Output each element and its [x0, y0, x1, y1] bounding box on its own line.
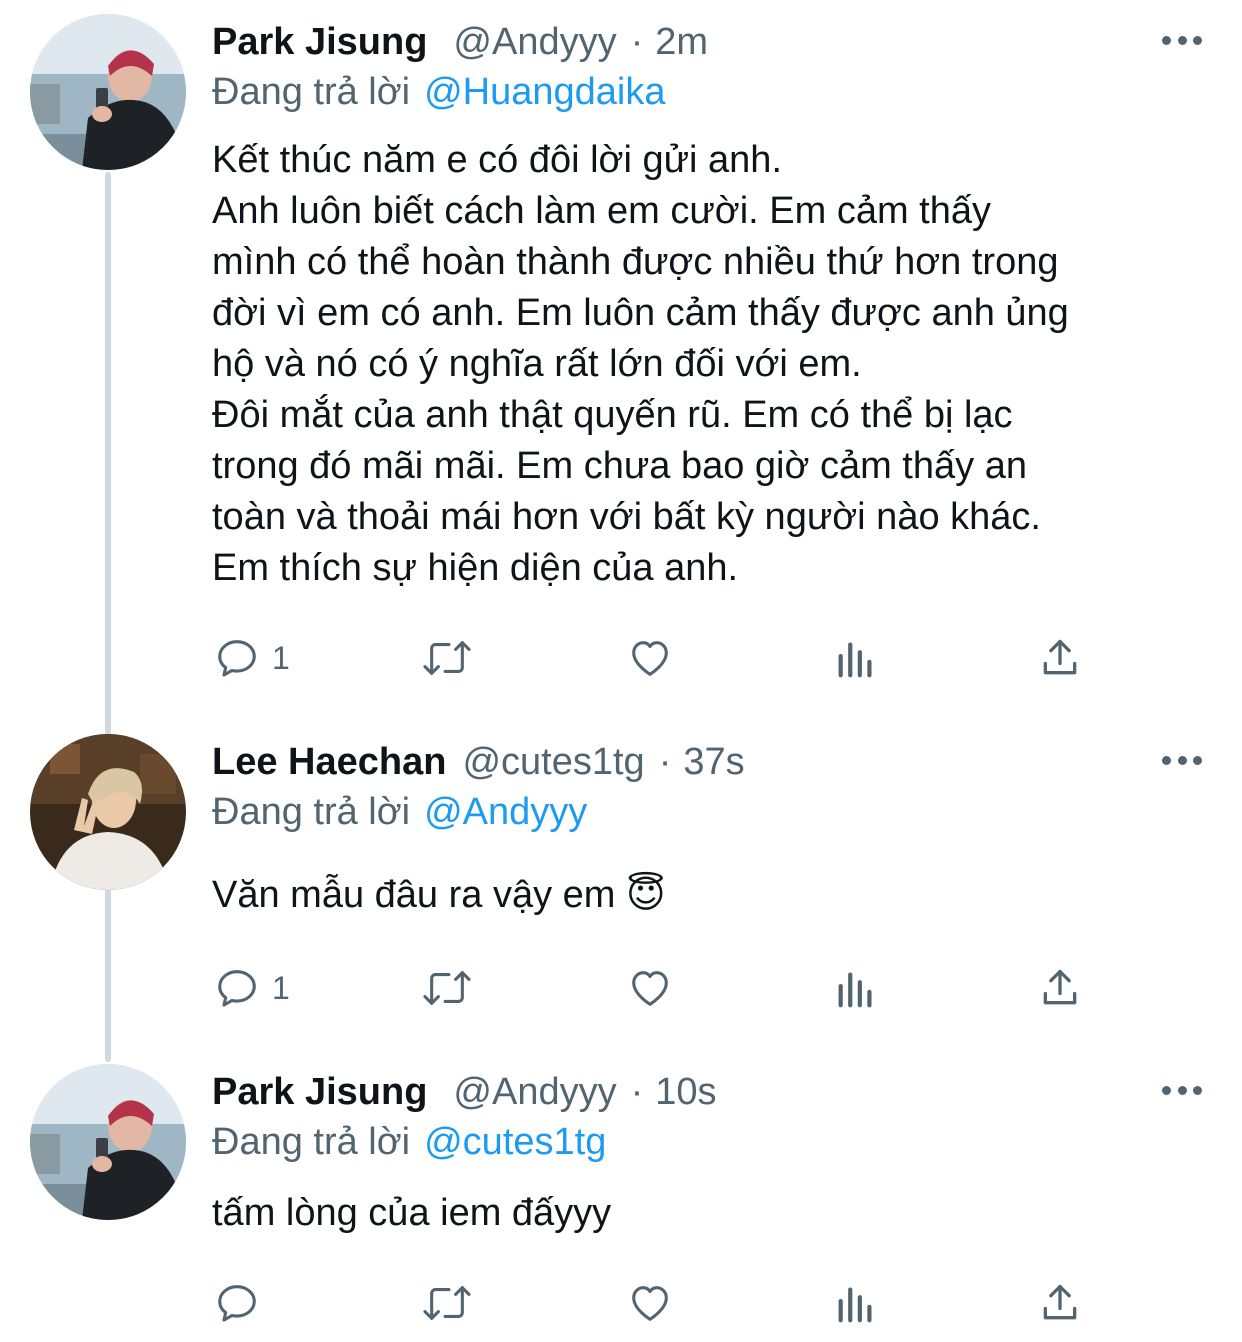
replying-to-label: Đang trả lời — [212, 71, 411, 113]
share-icon — [1043, 969, 1077, 1005]
author-name[interactable]: Park Jisung — [212, 1071, 427, 1113]
tweet-text-line: Đôi mắt của anh thật quyến rũ. Em có thể… — [212, 394, 1013, 436]
share-button[interactable] — [1038, 965, 1082, 1011]
avatar[interactable] — [30, 14, 186, 170]
tweet-text: tấm lòng của iem đấyyy — [212, 1188, 1202, 1239]
reply-icon — [218, 640, 256, 677]
tweet-header: Park Jisung @Andyyy · 10s — [212, 1070, 1202, 1114]
replying-to: Đang trả lời @cutes1tg — [212, 1120, 606, 1164]
replying-to-mention[interactable]: @Huangdaika — [424, 71, 665, 113]
tweet-text-line: toàn và thoải mái hơn với bất kỳ người n… — [212, 496, 1041, 538]
share-icon — [1043, 1284, 1077, 1320]
author-handle[interactable]: @cutes1tg — [462, 741, 644, 783]
tweet-text-line: tấm lòng của iem đấyyy — [212, 1192, 612, 1234]
analytics-icon — [838, 642, 872, 678]
tweet-text-line: mình có thể hoàn thành được nhiều thứ hơ… — [212, 241, 1059, 283]
share-button[interactable] — [1038, 1280, 1082, 1326]
reply-count: 1 — [272, 969, 290, 1006]
timestamp[interactable]: 2m — [655, 21, 708, 63]
like-icon — [632, 971, 668, 1006]
replying-to: Đang trả lời @Huangdaika — [212, 70, 666, 114]
reply-icon — [218, 970, 256, 1007]
thread-connector-line — [105, 172, 111, 1062]
reply-button[interactable]: 1 — [214, 965, 290, 1011]
tweet-actions: 1 — [212, 635, 1092, 681]
share-button[interactable] — [1038, 635, 1082, 681]
retweet-icon — [423, 641, 471, 675]
share-icon — [1043, 639, 1077, 675]
author-handle[interactable]: @Andyyy — [453, 1071, 616, 1113]
analytics-button[interactable] — [834, 635, 878, 681]
tweet-text-line: Anh luôn biết cách làm em cười. Em cảm t… — [212, 190, 991, 232]
more-options-icon[interactable] — [1162, 1078, 1202, 1102]
tweet-actions: 1 — [212, 965, 1092, 1011]
more-options-icon[interactable] — [1162, 28, 1202, 52]
tweet-text-line: trong đó mãi mãi. Em chưa bao giờ cảm th… — [212, 445, 1027, 487]
tweet-actions — [212, 1280, 1092, 1326]
like-icon — [632, 641, 668, 676]
tweet-text-line: Em thích sự hiện diện của anh. — [212, 547, 739, 589]
author-handle[interactable]: @Andyyy — [453, 21, 616, 63]
analytics-icon — [838, 972, 872, 1008]
retweet-button[interactable] — [420, 635, 474, 681]
separator-dot: · — [630, 21, 644, 63]
like-button[interactable] — [626, 965, 674, 1011]
tweet-header: Park Jisung @Andyyy · 2m — [212, 20, 1202, 64]
separator-dot: · — [630, 1071, 644, 1113]
reply-button[interactable] — [214, 1280, 272, 1326]
reply-button[interactable]: 1 — [214, 635, 290, 681]
reply-icon — [218, 1285, 256, 1322]
tweet-text-line: đời vì em có anh. Em luôn cảm thấy được … — [212, 292, 1069, 334]
replying-to-mention[interactable]: @cutes1tg — [424, 1121, 606, 1163]
retweet-button[interactable] — [420, 965, 474, 1011]
like-icon — [632, 1286, 668, 1321]
tweet-text-line: Kết thúc năm e có đôi lời gửi anh. — [212, 139, 782, 181]
retweet-icon — [423, 1286, 471, 1320]
tweet-text-line: Văn mẫu đâu ra vậy em 😇 — [212, 874, 666, 916]
separator-dot: · — [658, 741, 672, 783]
replying-to-label: Đang trả lời — [212, 1121, 411, 1163]
like-button[interactable] — [626, 1280, 674, 1326]
avatar[interactable] — [30, 1064, 186, 1220]
replying-to-mention[interactable]: @Andyyy — [424, 791, 587, 833]
analytics-button[interactable] — [834, 965, 878, 1011]
timestamp[interactable]: 37s — [683, 741, 744, 783]
author-name[interactable]: Park Jisung — [212, 21, 427, 63]
like-button[interactable] — [626, 635, 674, 681]
tweet-text-line: hộ và nó có ý nghĩa rất lớn đối với em. — [212, 343, 862, 385]
retweet-icon — [423, 971, 471, 1005]
analytics-icon — [838, 1287, 872, 1323]
replying-to: Đang trả lời @Andyyy — [212, 790, 587, 834]
reply-count: 1 — [272, 639, 290, 676]
replying-to-label: Đang trả lời — [212, 791, 411, 833]
more-options-icon[interactable] — [1162, 748, 1202, 772]
analytics-button[interactable] — [834, 1280, 878, 1326]
tweet-header: Lee Haechan @cutes1tg · 37s — [212, 740, 1202, 784]
timestamp[interactable]: 10s — [655, 1071, 716, 1113]
author-name[interactable]: Lee Haechan — [212, 741, 446, 783]
tweet-text: Kết thúc năm e có đôi lời gửi anh. Anh l… — [212, 135, 1202, 594]
tweet-text: Văn mẫu đâu ra vậy em 😇 — [212, 870, 1202, 921]
retweet-button[interactable] — [420, 1280, 474, 1326]
avatar[interactable] — [30, 734, 186, 890]
